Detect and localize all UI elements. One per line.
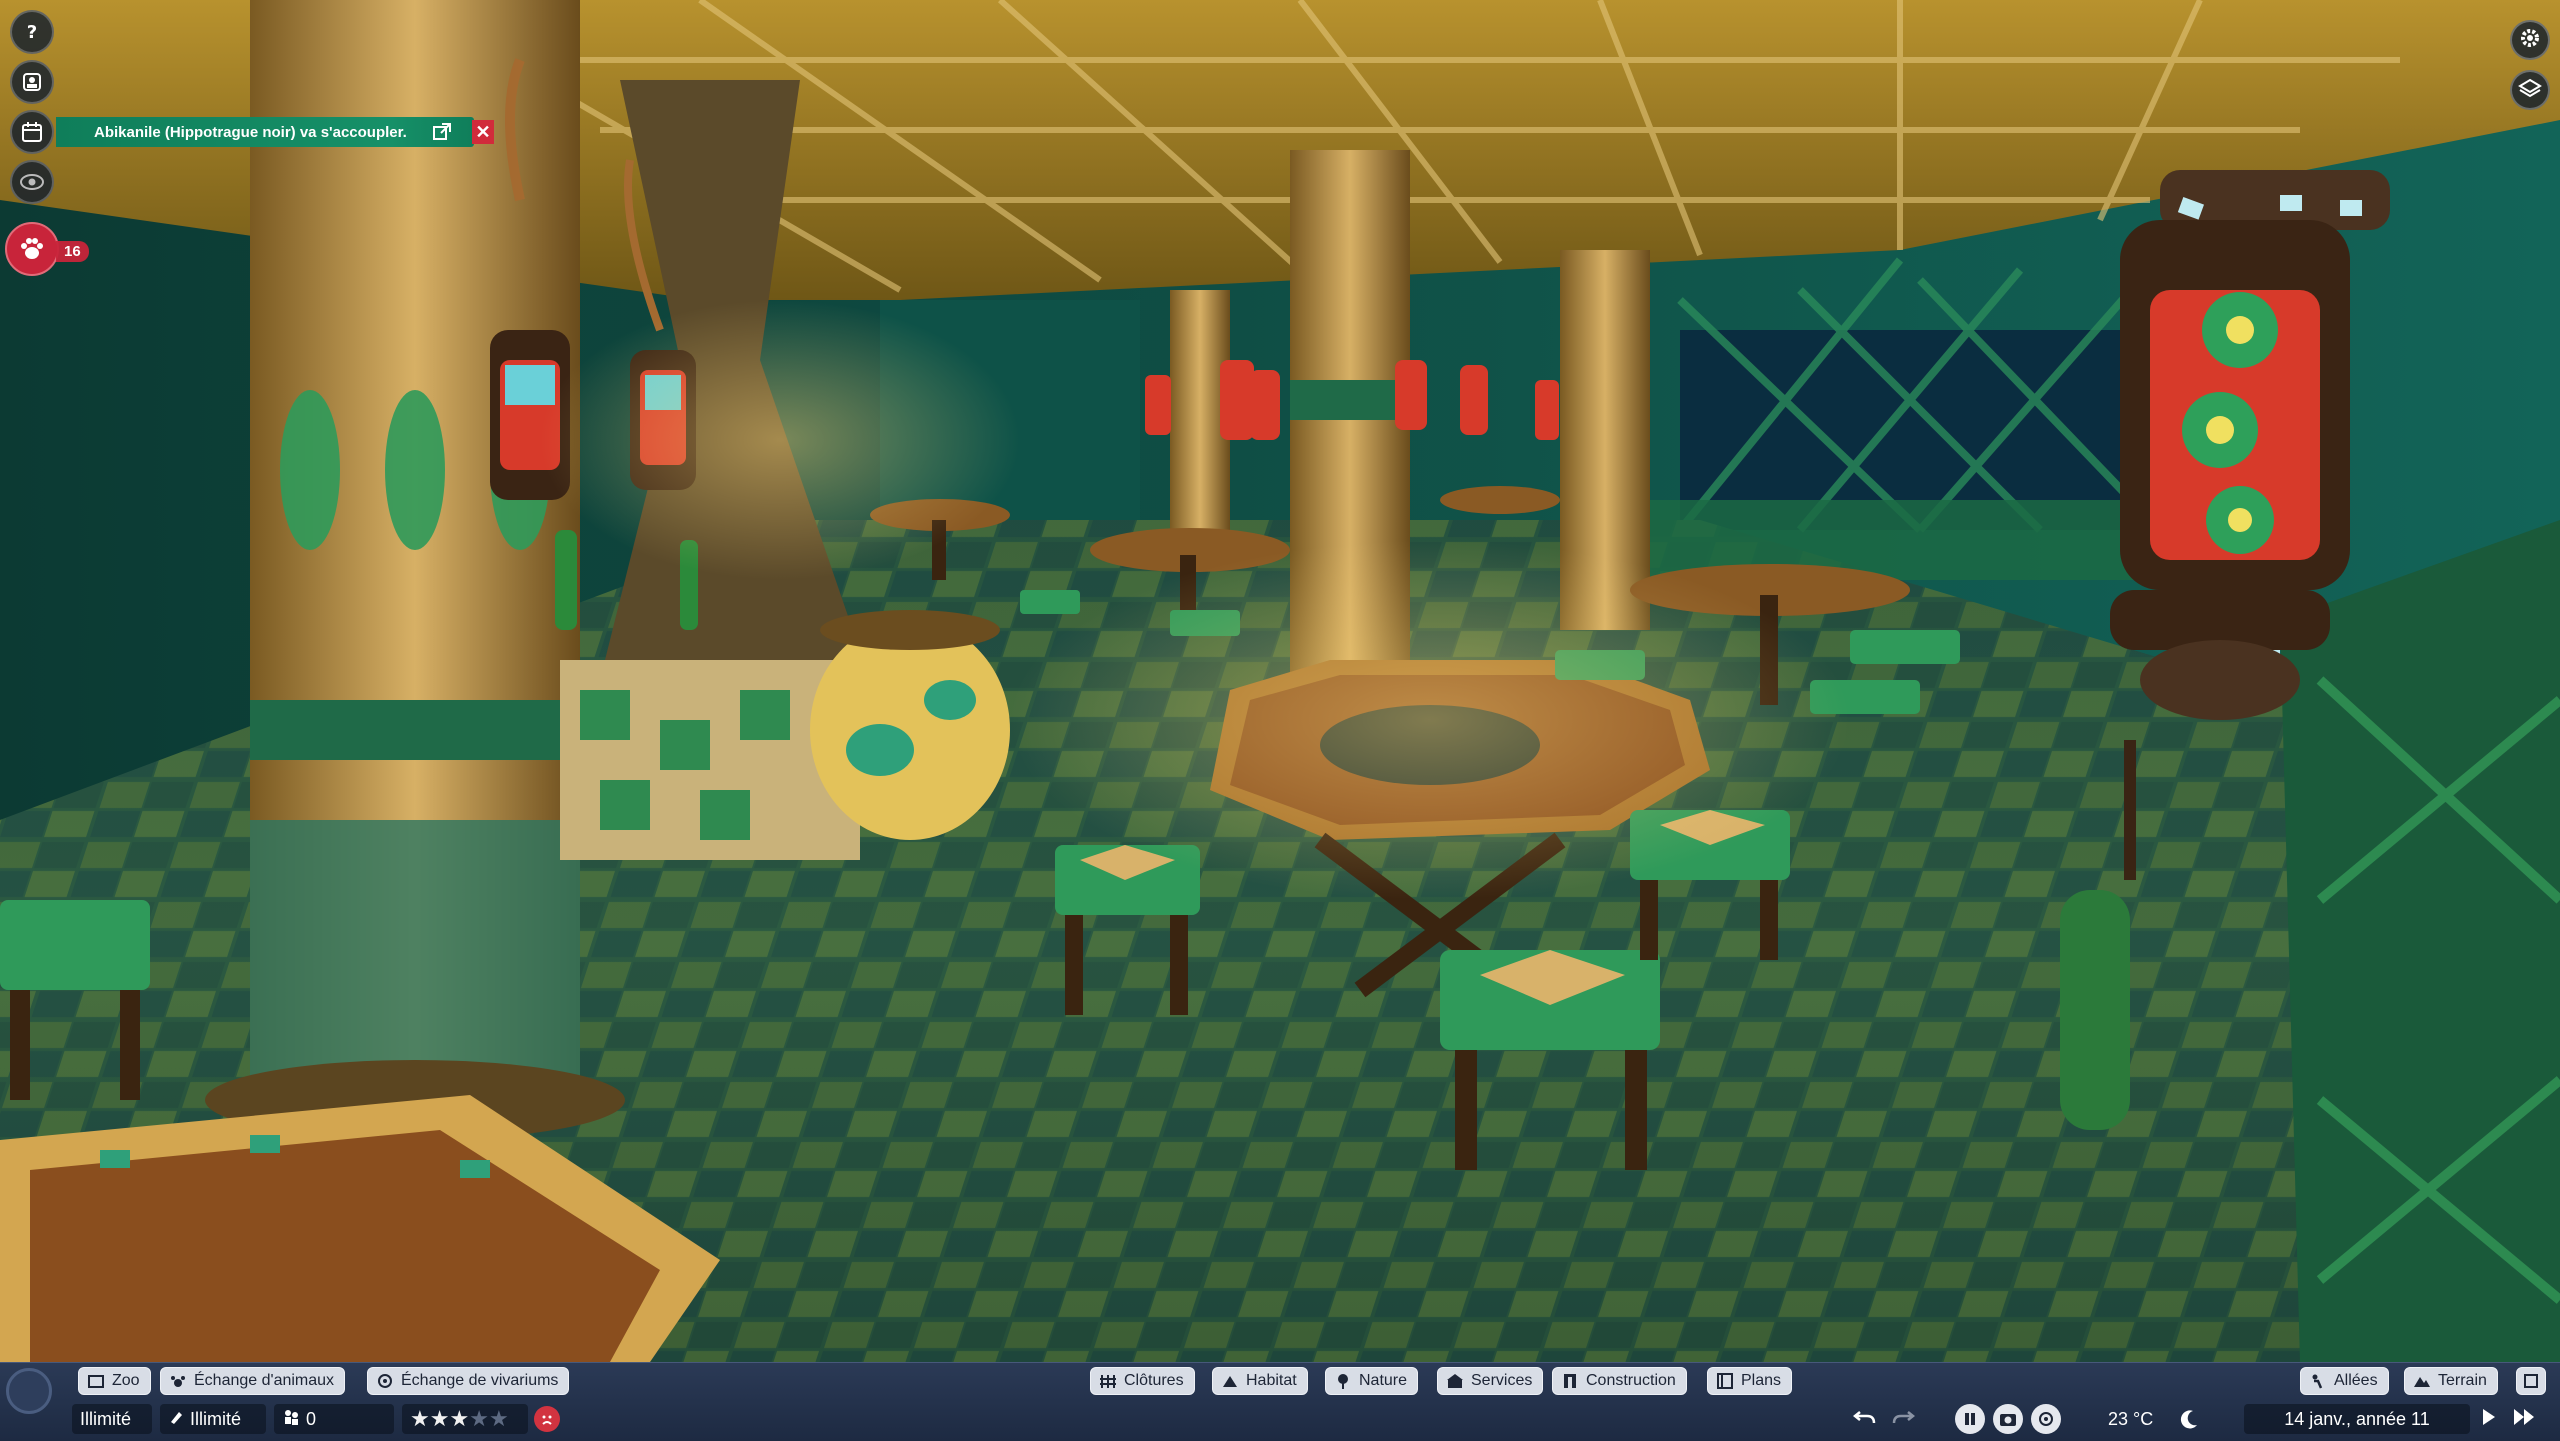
restaurant-interior-scene (0, 0, 2560, 1440)
help-icon: ? (20, 20, 44, 44)
animal-trade-icon (169, 1372, 187, 1390)
star-empty-icon: ★ (469, 1405, 489, 1431)
temperature-value: 23 °C (2108, 1408, 2154, 1429)
star-filled-icon: ★ (449, 1405, 470, 1431)
calendar-button[interactable] (10, 110, 54, 154)
animals-button[interactable] (5, 222, 59, 276)
tab-zoo[interactable]: Zoo (78, 1367, 151, 1395)
tab-vivarium-trade[interactable]: Échange de vivariums (367, 1367, 570, 1395)
zoo-icon (87, 1372, 105, 1390)
paw-icon (18, 235, 46, 263)
terrain-icon (2413, 1372, 2431, 1390)
construction-icon (1561, 1372, 1579, 1390)
layers-icon (2518, 76, 2542, 105)
tab-nature-label: Nature (1359, 1372, 1408, 1389)
zoo-rating[interactable]: ★★★★★ (402, 1404, 528, 1434)
temperature-display: 23 °C (2108, 1404, 2153, 1434)
undo-redo-group (1852, 1404, 1916, 1434)
research-value: Illimité (190, 1408, 242, 1429)
star-empty-icon: ★ (488, 1405, 509, 1431)
date-display[interactable]: 14 janv., année 11 (2244, 1404, 2470, 1434)
view-icon (19, 169, 45, 195)
play-icon[interactable] (2478, 1406, 2498, 1433)
photo-mode-icon[interactable] (2031, 1404, 2061, 1434)
speed-controls (2478, 1404, 2536, 1434)
svg-text:?: ? (27, 22, 37, 43)
star-filled-icon: ★ (429, 1405, 450, 1431)
tab-animal-trade[interactable]: Échange d'animaux (160, 1367, 346, 1395)
tab-terrain[interactable]: Terrain (2404, 1367, 2498, 1395)
guests-icon (282, 1408, 300, 1431)
tab-habitat-label: Habitat (1246, 1372, 1297, 1389)
tab-habitat[interactable]: Habitat (1212, 1367, 1308, 1395)
blueprint-icon (1716, 1372, 1734, 1390)
star-filled-icon: ★ (410, 1405, 430, 1431)
guests-display[interactable]: 0 (274, 1404, 394, 1434)
date-value: 14 janv., année 11 (2284, 1408, 2430, 1429)
time-pause-icon[interactable] (1955, 1404, 1985, 1434)
research-icon (168, 1409, 184, 1430)
animal-alert-count: 16 (56, 241, 89, 262)
tab-fences[interactable]: Clôtures (1090, 1367, 1195, 1395)
layers-button[interactable] (2510, 70, 2550, 110)
habitat-icon (1221, 1372, 1239, 1390)
tab-plans-label: Plans (1741, 1372, 1782, 1389)
nature-icon (1334, 1372, 1352, 1390)
external-link-icon[interactable] (432, 122, 452, 142)
calendar-icon (20, 120, 44, 144)
services-icon (1446, 1372, 1464, 1390)
tab-vivarium-trade-label: Échange de vivariums (401, 1372, 559, 1389)
rating-stars: ★★★★★ (410, 1405, 509, 1431)
fast-forward-icon[interactable] (2512, 1406, 2536, 1433)
vivarium-trade-icon (376, 1372, 394, 1390)
tab-zoo-label: Zoo (112, 1372, 140, 1389)
fence-icon (1099, 1372, 1117, 1390)
tab-construction[interactable]: Construction (1552, 1367, 1687, 1395)
redo-icon[interactable] (1890, 1404, 1916, 1435)
expand-toolbar-button[interactable] (2516, 1367, 2546, 1395)
tab-animal-trade-label: Échange d'animaux (194, 1372, 335, 1389)
undo-icon[interactable] (1852, 1404, 1878, 1435)
tab-paths-label: Allées (2334, 1372, 2378, 1389)
notification-text: Abikanile (Hippotrague noir) va s'accoup… (94, 123, 407, 141)
settings-gear-icon (2518, 26, 2542, 55)
tab-fences-label: Clôtures (1124, 1372, 1184, 1389)
money-value: Illimité (80, 1408, 132, 1429)
tab-paths[interactable]: Allées (2300, 1367, 2389, 1395)
guests-value: 0 (306, 1408, 317, 1429)
camera-icon[interactable] (1993, 1404, 2023, 1434)
tab-services-label: Services (1471, 1372, 1533, 1389)
help-button[interactable]: ? (10, 10, 54, 54)
main-menu-button[interactable] (6, 1368, 52, 1414)
path-icon (2309, 1372, 2327, 1390)
close-icon[interactable]: ✕ (472, 120, 494, 144)
tab-services[interactable]: Services (1437, 1367, 1544, 1395)
research-display[interactable]: Illimité (160, 1404, 266, 1434)
tab-nature[interactable]: Nature (1325, 1367, 1419, 1395)
notification-banner[interactable]: Abikanile (Hippotrague noir) va s'accoup… (56, 117, 494, 147)
settings-button[interactable] (2510, 20, 2550, 60)
game-viewport[interactable] (0, 0, 2560, 1440)
money-display[interactable]: Illimité (72, 1404, 152, 1434)
zookeeper-button[interactable] (10, 60, 54, 104)
expand-icon (2522, 1372, 2540, 1390)
tab-plans[interactable]: Plans (1707, 1367, 1793, 1395)
tab-construction-label: Construction (1586, 1372, 1676, 1389)
tab-terrain-label: Terrain (2438, 1372, 2487, 1389)
view-button[interactable] (10, 160, 54, 204)
zookeeper-icon (20, 70, 44, 94)
moon-icon[interactable] (2178, 1404, 2200, 1434)
mood-sad-icon[interactable] (534, 1406, 560, 1432)
